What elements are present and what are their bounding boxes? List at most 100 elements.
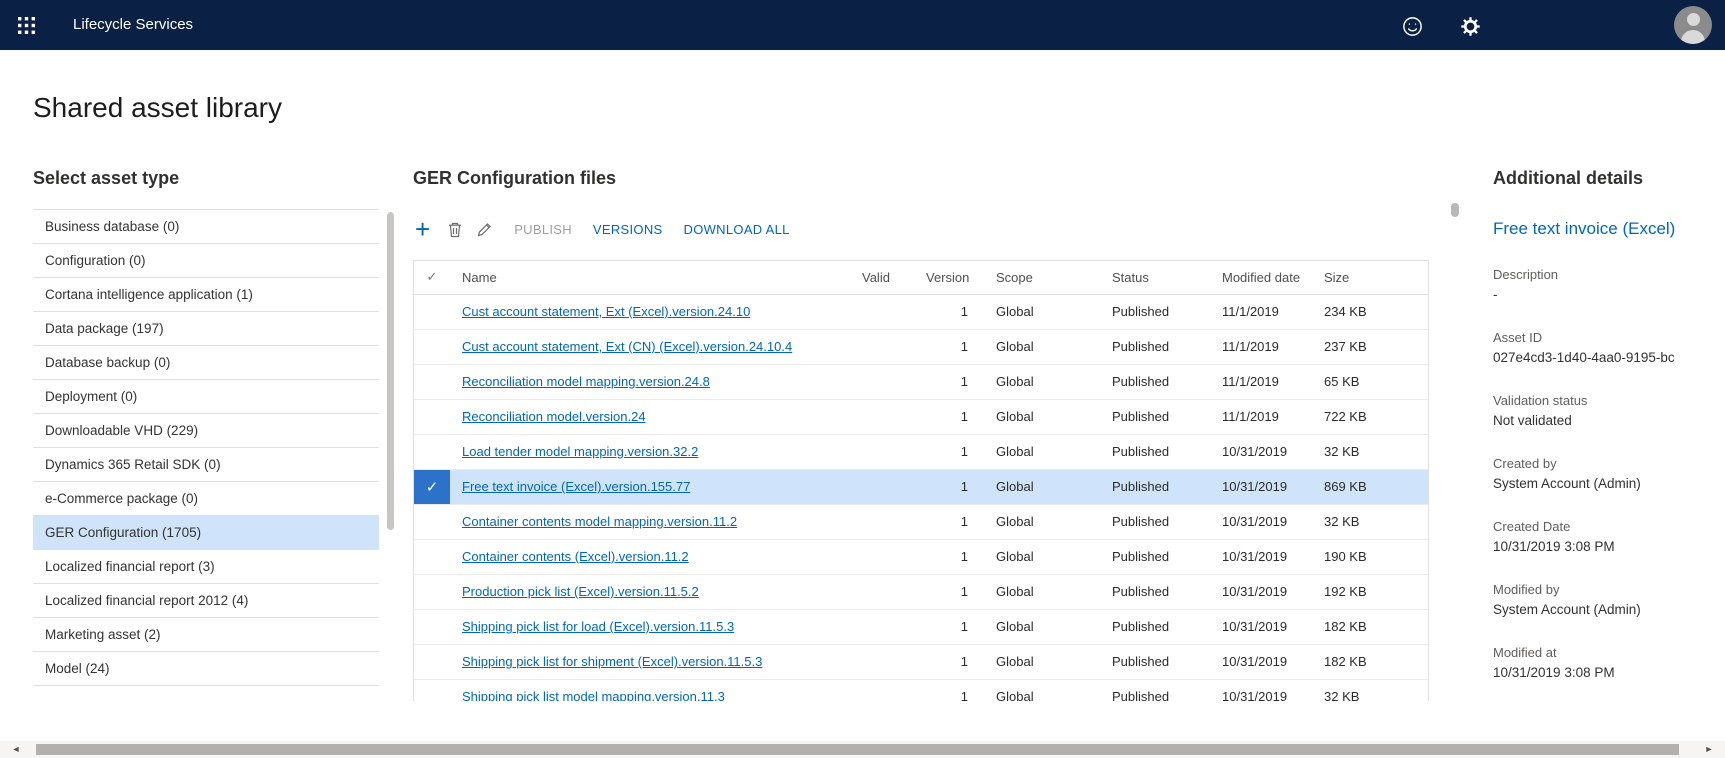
feedback-button[interactable] xyxy=(1399,13,1425,39)
version-cell: 1 xyxy=(914,329,984,364)
page-title: Shared asset library xyxy=(33,92,282,124)
table-row[interactable]: Cust account statement, Ext (CN) (Excel)… xyxy=(414,329,1428,364)
detail-field-value: - xyxy=(1493,287,1725,302)
file-table-body: Cust account statement, Ext (Excel).vers… xyxy=(414,294,1428,701)
row-checkbox-cell[interactable] xyxy=(414,679,450,701)
asset-type-item[interactable]: Localized financial report (3) xyxy=(33,550,379,584)
details-panel: Additional details Free text invoice (Ex… xyxy=(1493,168,1725,696)
asset-type-item[interactable]: Deployment (0) xyxy=(33,380,379,414)
column-header-modified-date[interactable]: Modified date xyxy=(1210,261,1312,294)
select-all-checkbox[interactable]: ✓ xyxy=(414,261,450,294)
file-name-link[interactable]: Free text invoice (Excel).version.155.77 xyxy=(462,479,690,494)
asset-type-item[interactable]: Database backup (0) xyxy=(33,346,379,380)
table-row[interactable]: Production pick list (Excel).version.11.… xyxy=(414,574,1428,609)
row-checkbox-cell[interactable]: ✓ xyxy=(414,469,450,504)
file-name-link[interactable]: Shipping pick list for shipment (Excel).… xyxy=(462,654,762,669)
user-avatar[interactable] xyxy=(1674,6,1712,44)
horizontal-scroll-track[interactable] xyxy=(32,744,1693,755)
file-table: ✓ Name Valid Version Scope Status Modifi… xyxy=(414,261,1428,701)
scope-cell: Global xyxy=(984,574,1100,609)
status-cell: Published xyxy=(1100,294,1210,329)
selected-asset-link[interactable]: Free text invoice (Excel) xyxy=(1493,219,1725,239)
detail-field-label: Created by xyxy=(1493,456,1725,471)
row-checkbox-cell[interactable] xyxy=(414,399,450,434)
row-checkbox-cell[interactable] xyxy=(414,609,450,644)
table-row[interactable]: Reconciliation model mapping.version.24.… xyxy=(414,364,1428,399)
column-header-version[interactable]: Version xyxy=(914,261,984,294)
asset-type-item[interactable]: Configuration (0) xyxy=(33,244,379,278)
checked-icon[interactable]: ✓ xyxy=(426,479,439,496)
asset-type-item[interactable]: Localized financial report 2012 (4) xyxy=(33,584,379,618)
files-toolbar: + PUBLISH VERSIONS DOWNLOAD ALL xyxy=(413,216,1429,242)
table-row[interactable]: Cust account statement, Ext (Excel).vers… xyxy=(414,294,1428,329)
asset-type-item[interactable]: Marketing asset (2) xyxy=(33,618,379,652)
add-icon[interactable]: + xyxy=(413,217,434,241)
table-row[interactable]: Shipping pick list model mapping.version… xyxy=(414,679,1428,701)
row-checkbox-cell[interactable] xyxy=(414,364,450,399)
file-name-link[interactable]: Load tender model mapping.version.32.2 xyxy=(462,444,698,459)
row-checkbox-cell[interactable] xyxy=(414,294,450,329)
table-row[interactable]: Shipping pick list for load (Excel).vers… xyxy=(414,609,1428,644)
table-row[interactable]: Reconciliation model.version.241GlobalPu… xyxy=(414,399,1428,434)
version-cell: 1 xyxy=(914,364,984,399)
asset-type-item[interactable]: Data package (197) xyxy=(33,312,379,346)
file-name-link[interactable]: Shipping pick list model mapping.version… xyxy=(462,689,725,701)
file-name-link[interactable]: Cust account statement, Ext (CN) (Excel)… xyxy=(462,339,792,354)
asset-list-scrollbar-thumb[interactable] xyxy=(387,212,394,530)
row-checkbox-cell[interactable] xyxy=(414,539,450,574)
file-name-link[interactable]: Production pick list (Excel).version.11.… xyxy=(462,584,699,599)
column-header-status[interactable]: Status xyxy=(1100,261,1210,294)
scroll-left-icon[interactable]: ◄ xyxy=(0,741,32,758)
table-row[interactable]: ✓ Free text invoice (Excel).version.155.7… xyxy=(414,469,1428,504)
delete-icon[interactable] xyxy=(447,221,463,238)
app-launcher-button[interactable] xyxy=(0,0,52,50)
detail-field-value: 10/31/2019 3:08 PM xyxy=(1493,665,1725,680)
detail-field: Asset ID027e4cd3-1d40-4aa0-9195-bc xyxy=(1493,330,1725,365)
asset-type-item[interactable]: e-Commerce package (0) xyxy=(33,482,379,516)
column-header-name[interactable]: Name xyxy=(450,261,850,294)
table-row[interactable]: Container contents model mapping.version… xyxy=(414,504,1428,539)
asset-type-item[interactable]: GER Configuration (1705) xyxy=(33,516,379,550)
table-row[interactable]: Load tender model mapping.version.32.21G… xyxy=(414,434,1428,469)
detail-field: Description- xyxy=(1493,267,1725,302)
row-checkbox-cell[interactable] xyxy=(414,644,450,679)
scroll-right-icon[interactable]: ► xyxy=(1693,741,1725,758)
asset-type-item[interactable]: Cortana intelligence application (1) xyxy=(33,278,379,312)
valid-cell xyxy=(850,399,914,434)
file-name-cell: Container contents model mapping.version… xyxy=(450,504,850,539)
settings-button[interactable] xyxy=(1457,13,1483,39)
file-name-link[interactable]: Cust account statement, Ext (Excel).vers… xyxy=(462,304,750,319)
file-name-link[interactable]: Container contents model mapping.version… xyxy=(462,514,737,529)
edit-icon[interactable] xyxy=(476,221,493,238)
table-row[interactable]: Shipping pick list for shipment (Excel).… xyxy=(414,644,1428,679)
row-checkbox-cell[interactable] xyxy=(414,434,450,469)
file-name-link[interactable]: Container contents (Excel).version.11.2 xyxy=(462,549,689,564)
status-cell: Published xyxy=(1100,434,1210,469)
scope-cell: Global xyxy=(984,399,1100,434)
row-checkbox-cell[interactable] xyxy=(414,574,450,609)
modified-date-cell: 11/1/2019 xyxy=(1210,294,1312,329)
table-row[interactable]: Container contents (Excel).version.11.21… xyxy=(414,539,1428,574)
asset-type-item[interactable]: Dynamics 365 Retail SDK (0) xyxy=(33,448,379,482)
modified-date-cell: 11/1/2019 xyxy=(1210,399,1312,434)
modified-date-cell: 10/31/2019 xyxy=(1210,644,1312,679)
row-checkbox-cell[interactable] xyxy=(414,329,450,364)
file-name-link[interactable]: Reconciliation model.version.24 xyxy=(462,409,646,424)
publish-button[interactable]: PUBLISH xyxy=(514,222,572,237)
column-header-scope[interactable]: Scope xyxy=(984,261,1100,294)
asset-type-item[interactable]: Downloadable VHD (229) xyxy=(33,414,379,448)
files-panel: GER Configuration files + PUBLISH VERSIO… xyxy=(413,168,1429,701)
download-all-button[interactable]: DOWNLOAD ALL xyxy=(684,222,790,237)
column-header-valid[interactable]: Valid xyxy=(850,261,914,294)
asset-type-item[interactable]: Business database (0) xyxy=(33,210,379,244)
file-name-link[interactable]: Shipping pick list for load (Excel).vers… xyxy=(462,619,734,634)
file-name-link[interactable]: Reconciliation model mapping.version.24.… xyxy=(462,374,710,389)
asset-type-item[interactable]: Model (24) xyxy=(33,652,379,686)
column-header-size[interactable]: Size xyxy=(1312,261,1428,294)
versions-button[interactable]: VERSIONS xyxy=(593,222,663,237)
horizontal-scroll-thumb[interactable] xyxy=(36,744,1679,755)
content-scrollbar-thumb[interactable] xyxy=(1451,203,1459,217)
app-title: Lifecycle Services xyxy=(73,16,193,33)
row-checkbox-cell[interactable] xyxy=(414,504,450,539)
horizontal-scrollbar[interactable]: ◄ ► xyxy=(0,741,1725,758)
